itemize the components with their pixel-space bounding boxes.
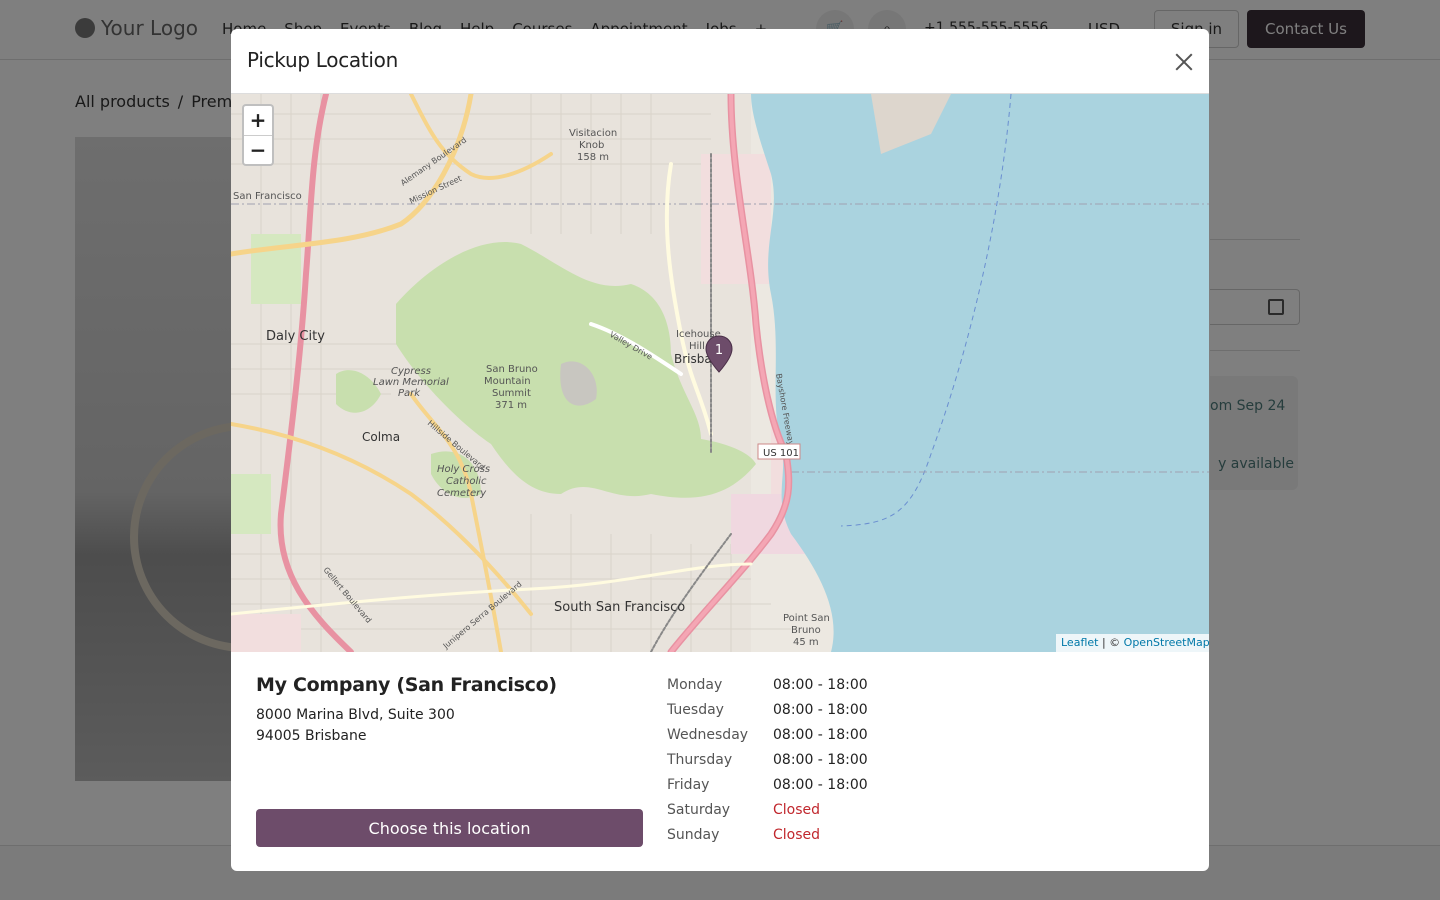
hours-day: Thursday [667, 752, 733, 768]
hours-day: Tuesday [667, 702, 724, 718]
zoom-out-button[interactable]: − [244, 135, 272, 164]
hours-day: Sunday [667, 827, 720, 843]
hours-row: Thursday 08:00 - 18:00 [667, 752, 868, 777]
svg-text:San Francisco: San Francisco [233, 191, 302, 202]
hours-time: 08:00 - 18:00 [773, 752, 868, 768]
svg-text:Summit: Summit [492, 388, 531, 399]
svg-text:Cypress: Cypress [391, 366, 431, 377]
hours-row: Tuesday 08:00 - 18:00 [667, 702, 868, 727]
close-icon[interactable] [1169, 47, 1199, 77]
svg-text:Hill: Hill [689, 341, 705, 352]
attribution-separator: | © [1098, 636, 1124, 649]
address-line-2: 94005 Brisbane [256, 728, 367, 744]
openstreetmap-link[interactable]: OpenStreetMap [1124, 636, 1209, 649]
hours-time: 08:00 - 18:00 [773, 677, 868, 693]
hours-day: Friday [667, 777, 710, 793]
choose-location-button[interactable]: Choose this location [256, 809, 643, 847]
svg-text:Daly City: Daly City [266, 329, 325, 344]
hours-time: 08:00 - 18:00 [773, 727, 868, 743]
hours-time-closed: Closed [773, 827, 821, 843]
hours-time-closed: Closed [773, 802, 821, 818]
pickup-location-dialog: Pickup Location Visitacion Knob 158 m Sa… [231, 29, 1209, 871]
svg-text:Point San: Point San [783, 613, 830, 624]
hours-time: 08:00 - 18:00 [773, 702, 868, 718]
svg-text:158 m: 158 m [577, 152, 609, 163]
svg-text:45 m: 45 m [793, 637, 819, 648]
hours-row: Saturday Closed [667, 802, 868, 827]
svg-text:Bruno: Bruno [791, 625, 821, 636]
hours-row: Wednesday 08:00 - 18:00 [667, 727, 868, 752]
svg-text:Lawn Memorial: Lawn Memorial [373, 377, 449, 388]
svg-text:South San Francisco: South San Francisco [554, 600, 685, 615]
hours-row: Monday 08:00 - 18:00 [667, 677, 868, 702]
location-name: My Company (San Francisco) [256, 674, 557, 696]
svg-text:Cemetery: Cemetery [437, 488, 487, 499]
address-line-1: 8000 Marina Blvd, Suite 300 [256, 707, 455, 723]
svg-text:Catholic: Catholic [446, 476, 487, 487]
dialog-title: Pickup Location [247, 48, 398, 72]
hours-day: Monday [667, 677, 723, 693]
hours-day: Wednesday [667, 727, 749, 743]
hours-day: Saturday [667, 802, 731, 818]
location-details: My Company (San Francisco) 8000 Marina B… [256, 674, 656, 747]
map-marker-icon[interactable]: 1 [704, 334, 734, 374]
svg-text:Park: Park [398, 388, 421, 399]
svg-text:Knob: Knob [579, 140, 604, 151]
hours-row: Sunday Closed [667, 827, 868, 852]
svg-text:Visitacion: Visitacion [569, 128, 617, 139]
dialog-header: Pickup Location [231, 29, 1209, 94]
svg-text:371 m: 371 m [495, 400, 527, 411]
svg-text:San Bruno: San Bruno [486, 364, 538, 375]
svg-text:US 101: US 101 [763, 448, 799, 459]
map-zoom-control: + − [242, 104, 274, 166]
zoom-in-button[interactable]: + [244, 106, 272, 135]
location-address: 8000 Marina Blvd, Suite 300 94005 Brisba… [256, 705, 656, 747]
map-marker-label: 1 [715, 343, 723, 358]
leaflet-link[interactable]: Leaflet [1061, 636, 1098, 649]
svg-text:Mountain: Mountain [484, 376, 531, 387]
hours-time: 08:00 - 18:00 [773, 777, 868, 793]
map-attribution: Leaflet | © OpenStreetMap [1056, 634, 1209, 652]
location-map[interactable]: Visitacion Knob 158 m San Francisco Daly… [231, 94, 1209, 652]
opening-hours: Monday 08:00 - 18:00 Tuesday 08:00 - 18:00… [667, 677, 868, 852]
hours-row: Friday 08:00 - 18:00 [667, 777, 868, 802]
svg-text:Colma: Colma [362, 430, 400, 444]
